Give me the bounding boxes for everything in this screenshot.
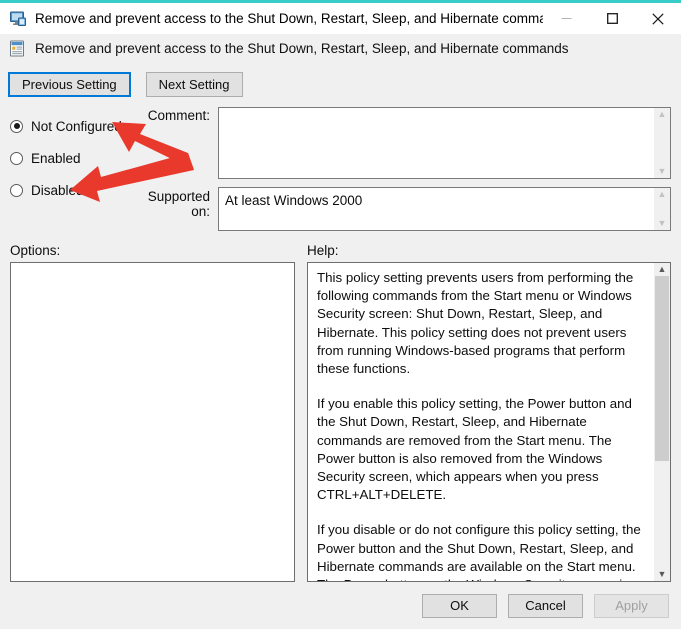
comment-row: Comment: ▲ ▼ [130,107,671,179]
scrollbar-track[interactable] [654,119,670,167]
setting-header: Remove and prevent access to the Shut Do… [0,34,681,63]
panel-labels-row: Options: Help: [0,231,681,262]
comment-scrollbar[interactable]: ▲ ▼ [653,108,670,178]
navigation-buttons: Previous Setting Next Setting [0,63,681,97]
radio-label: Enabled [31,150,81,166]
minimize-button[interactable] [543,3,589,34]
setting-state-area: Not Configured Enabled Disabled Comment:… [0,97,681,231]
scroll-down-icon[interactable]: ▼ [658,167,667,176]
supported-on-value: At least Windows 2000 [225,193,363,208]
scrollbar-thumb[interactable] [655,276,669,461]
policy-setting-icon [9,40,26,57]
scroll-up-icon[interactable]: ▲ [658,190,667,199]
options-label: Options: [10,243,61,258]
comment-label: Comment: [147,108,210,123]
options-panel[interactable] [10,262,295,582]
maximize-button[interactable] [589,3,635,34]
radio-label: Not Configured [31,118,122,134]
radio-disabled[interactable]: Disabled [10,174,130,206]
close-button[interactable] [635,3,681,34]
setting-title: Remove and prevent access to the Shut Do… [35,41,569,56]
scroll-down-icon[interactable]: ▼ [658,570,667,579]
comment-textbox[interactable]: ▲ ▼ [218,107,671,179]
group-policy-setting-dialog: Remove and prevent access to the Shut Do… [0,0,681,629]
dialog-footer: OK Cancel Apply [0,582,681,629]
supported-on-textbox: At least Windows 2000 ▲ ▼ [218,187,671,231]
supported-on-scrollbar[interactable]: ▲ ▼ [653,188,670,230]
scroll-up-icon[interactable]: ▲ [658,265,667,274]
help-scrollbar[interactable]: ▲ ▼ [653,263,670,581]
radio-mark-icon [10,183,23,197]
radio-enabled[interactable]: Enabled [10,142,130,174]
next-setting-button[interactable]: Next Setting [145,72,243,97]
window-controls [543,3,681,34]
comment-value[interactable] [219,108,653,178]
scroll-up-icon[interactable]: ▲ [658,110,667,119]
help-label: Help: [307,243,339,258]
radio-mark-icon [10,151,23,165]
help-paragraph: If you disable or do not configure this … [317,522,641,581]
radio-label: Disabled [31,182,84,198]
radio-not-configured[interactable]: Not Configured [10,110,130,142]
supported-on-row: Supported on: At least Windows 2000 ▲ ▼ [130,179,671,231]
cancel-button[interactable]: Cancel [508,593,583,618]
scrollbar-track[interactable] [654,199,670,219]
ok-button[interactable]: OK [422,593,497,618]
help-panel: This policy setting prevents users from … [307,262,671,582]
help-paragraph: This policy setting prevents users from … [317,270,634,377]
supported-on-label: Supported on: [147,189,210,219]
previous-setting-button[interactable]: Previous Setting [8,72,131,97]
help-text: This policy setting prevents users from … [308,263,653,581]
scrollbar-track[interactable] [654,274,670,570]
radio-mark-icon [10,119,23,133]
state-radio-group: Not Configured Enabled Disabled [10,107,130,231]
apply-button: Apply [594,593,669,618]
scroll-down-icon[interactable]: ▼ [658,219,667,228]
policy-monitor-icon [9,10,27,28]
help-paragraph: If you enable this policy setting, the P… [317,396,632,503]
content-panels: This policy setting prevents users from … [0,262,681,582]
title-bar: Remove and prevent access to the Shut Do… [0,3,681,34]
comment-and-support-fields: Comment: ▲ ▼ Supported on: At least Wind… [130,107,671,231]
window-title: Remove and prevent access to the Shut Do… [35,11,543,26]
